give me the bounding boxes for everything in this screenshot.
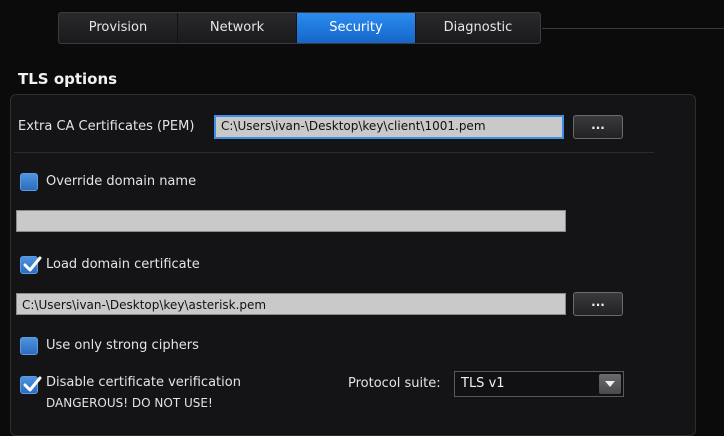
load-domain-cert-checkbox[interactable] bbox=[20, 256, 42, 274]
checkmark-icon bbox=[23, 376, 42, 392]
protocol-suite-label: Protocol suite: bbox=[348, 376, 441, 391]
tab-bar-divider bbox=[542, 28, 724, 29]
checkmark-icon bbox=[23, 256, 42, 272]
tab-security[interactable]: Security bbox=[297, 13, 416, 43]
domain-cert-field[interactable]: C:\Users\ivan-\Desktop\key\asterisk.pem bbox=[16, 293, 566, 315]
domain-cert-browse-button[interactable]: ... bbox=[573, 292, 623, 316]
danger-warning-text: DANGEROUS! DO NOT USE! bbox=[46, 396, 213, 410]
override-domain-checkbox[interactable] bbox=[20, 173, 38, 191]
protocol-suite-value: TLS v1 bbox=[461, 376, 505, 391]
tab-bar: Provision Network Security Diagnostic bbox=[0, 0, 724, 44]
tab-network[interactable]: Network bbox=[178, 13, 297, 43]
divider bbox=[14, 152, 654, 153]
disable-verification-label: Disable certificate verification bbox=[46, 375, 241, 390]
section-title: TLS options bbox=[18, 70, 118, 88]
strong-ciphers-checkbox[interactable] bbox=[20, 337, 38, 355]
extra-ca-browse-button[interactable]: ... bbox=[573, 115, 623, 139]
extra-ca-label: Extra CA Certificates (PEM) bbox=[18, 119, 195, 134]
override-domain-label: Override domain name bbox=[46, 174, 197, 189]
dropdown-arrow-icon bbox=[599, 374, 621, 394]
tab-strip: Provision Network Security Diagnostic bbox=[58, 12, 541, 44]
tab-provision[interactable]: Provision bbox=[59, 13, 178, 43]
strong-ciphers-label: Use only strong ciphers bbox=[46, 338, 199, 353]
protocol-suite-select[interactable]: TLS v1 bbox=[454, 371, 624, 397]
tab-diagnostic[interactable]: Diagnostic bbox=[416, 13, 540, 43]
disable-verification-checkbox[interactable] bbox=[20, 376, 42, 394]
load-domain-cert-label: Load domain certificate bbox=[46, 257, 200, 272]
override-domain-field[interactable] bbox=[16, 210, 566, 232]
extra-ca-field[interactable]: C:\Users\ivan-\Desktop\key\client\1001.p… bbox=[214, 115, 564, 139]
